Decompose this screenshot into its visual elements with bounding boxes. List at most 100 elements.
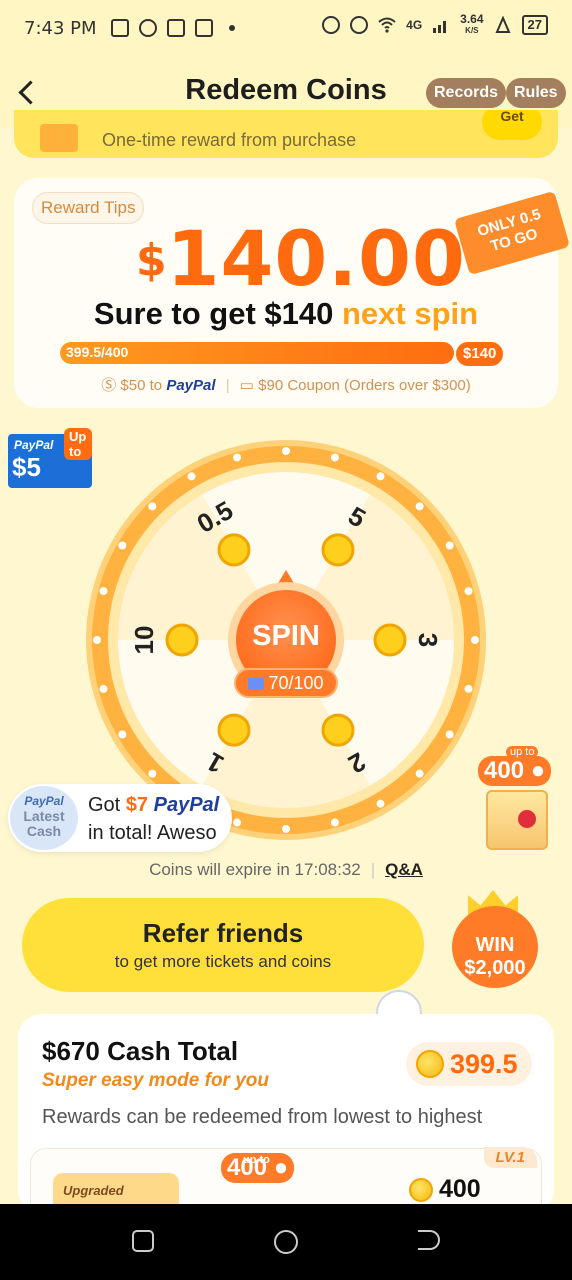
status-right: 4G 3.64 K/S 27: [322, 12, 548, 36]
qa-link[interactable]: Q&A: [385, 860, 423, 879]
facebook-icon: [166, 19, 185, 37]
toast-line-2: in total! Aweso: [88, 822, 217, 844]
gift-box-icon: [40, 124, 78, 152]
treasure-chest[interactable]: 400 ● up to: [476, 746, 560, 854]
chest-icon: [486, 790, 548, 850]
wheel-coin-icon: [321, 713, 355, 747]
wheel-light: [187, 472, 196, 481]
home-icon[interactable]: [274, 1230, 298, 1254]
chest-upto: up to: [506, 746, 539, 758]
data-saver-icon: [494, 15, 512, 34]
wheel-light: [445, 541, 454, 550]
wheel-light: [330, 818, 339, 827]
status-bar: 7:43 PM 4G 3.64 K/S 27: [0, 0, 572, 56]
wheel-light: [148, 769, 157, 778]
redeem-note: Rewards can be redeemed from lowest to h…: [42, 1106, 483, 1128]
only-to-go-tag: ONLY 0.5 TO GO: [454, 190, 570, 276]
wheel-light: [99, 587, 108, 596]
reward-tips-button[interactable]: Reward Tips: [32, 192, 145, 224]
reward-currency: $: [136, 235, 167, 286]
wheel-light: [148, 502, 157, 511]
chest-value-bubble: 400 ●: [478, 756, 552, 786]
wheel-segment-label: 3: [413, 633, 443, 647]
network-speed: 3.64 K/S: [460, 12, 484, 35]
wheel-coin-icon: [165, 623, 199, 657]
tier-value-bubble: up to 400 ●: [221, 1153, 295, 1183]
reward-amount: $140.00: [136, 214, 466, 303]
signal-icon: [432, 16, 450, 34]
paypal-upto-badge[interactable]: PayPal $5 Up to: [8, 428, 92, 488]
wheel-light: [118, 730, 127, 739]
refer-subtitle: to get more tickets and coins: [114, 952, 332, 971]
system-back-icon[interactable]: [418, 1230, 440, 1250]
cash-total-title: $670 Cash Total: [42, 1036, 239, 1066]
notes-icon: [110, 19, 129, 37]
progress-label: 399.5/400: [66, 344, 129, 360]
spin-label: SPIN: [252, 620, 320, 652]
coin-expiry-row: Coins will expire in 17:08:32 | Q&A: [149, 860, 423, 879]
cash-total-card: $670 Cash Total Super easy mode for you …: [18, 1014, 554, 1215]
key-icon: [322, 16, 341, 34]
coin-icon: [416, 1050, 444, 1078]
wheel-light: [471, 636, 479, 644]
win-badge[interactable]: WIN $2,000: [452, 906, 538, 988]
reward-value: 140.00: [166, 214, 466, 303]
ticket-icon: [248, 678, 265, 690]
gem-icon: [518, 810, 536, 828]
network-type: 4G: [406, 18, 423, 32]
cash-total-subtitle: Super easy mode for you: [42, 1070, 270, 1091]
refer-title: Refer friends: [142, 918, 304, 948]
wheel-light: [445, 730, 454, 739]
wheel-coin-icon: [321, 533, 355, 567]
progress-target-badge: $140: [456, 342, 504, 366]
recent-apps-icon[interactable]: [132, 1230, 154, 1252]
coin-icon: [409, 1178, 433, 1202]
wheel-light: [376, 472, 385, 481]
wheel-light: [233, 453, 242, 462]
notification-dot-icon: [228, 25, 235, 31]
rules-button[interactable]: Rules: [506, 78, 566, 108]
ticket-counter: 70/100: [234, 668, 338, 698]
expiry-text: Coins will expire in 17:08:32: [149, 860, 361, 879]
wheel-light: [464, 587, 473, 596]
wheel-light: [118, 541, 127, 550]
wheel-light: [464, 684, 473, 693]
wheel-light: [330, 453, 339, 462]
level-badge: LV.1: [483, 1147, 537, 1168]
refer-friends-button[interactable]: Refer friends to get more tickets and co…: [22, 898, 424, 992]
wheel-coin-icon: [217, 713, 251, 747]
wheel-light: [233, 818, 242, 827]
coin-progress-bar: 399.5/400: [60, 342, 454, 364]
purchase-promo-banner[interactable]: One-time reward from purchase Get: [14, 110, 558, 158]
wheel-light: [282, 447, 290, 455]
chat-icon: [194, 19, 213, 37]
wheel-coin-icon: [217, 533, 251, 567]
wheel-light: [415, 502, 424, 511]
messenger-icon: [138, 19, 157, 37]
records-button[interactable]: Records: [426, 78, 507, 108]
battery-indicator: 27: [521, 15, 548, 35]
wheel-light: [99, 684, 108, 693]
coupon-icon: ▭: [239, 377, 254, 394]
system-nav-bar: [0, 1204, 572, 1280]
tier-coin-cost: 400: [409, 1175, 481, 1204]
reward-breakdown: Ⓢ $50 to PayPal | ▭ $90 Coupon (Orders o…: [101, 377, 471, 394]
coin-balance: 399.5: [406, 1042, 532, 1086]
cash-notification-toast: PayPal Latest Cash Got $7 PayPal in tota…: [8, 784, 232, 852]
promo-get-button[interactable]: Get: [482, 110, 542, 140]
wheel-segment-label: 10: [129, 626, 159, 655]
wheel-light: [93, 636, 101, 644]
spin-wheel[interactable]: 0.5 5 3 2 1 10 SPIN 70/100: [84, 436, 488, 844]
toast-line-1: Got $7 PayPal: [88, 794, 220, 816]
next-spin-headline: Sure to get $140 next spin: [93, 296, 479, 331]
wheel-light: [376, 799, 385, 808]
reward-card: Reward Tips $140.00 ONLY 0.5 TO GO Sure t…: [14, 178, 570, 408]
latest-cash-avatar: PayPal Latest Cash: [10, 786, 78, 850]
wheel-light: [415, 769, 424, 778]
alarm-icon: [350, 16, 369, 34]
wheel-coin-icon: [373, 623, 407, 657]
promo-text: One-time reward from purchase: [102, 130, 357, 150]
wheel-light: [282, 825, 290, 833]
wifi-icon: [378, 16, 396, 34]
status-time: 7:43 PM: [24, 17, 97, 39]
